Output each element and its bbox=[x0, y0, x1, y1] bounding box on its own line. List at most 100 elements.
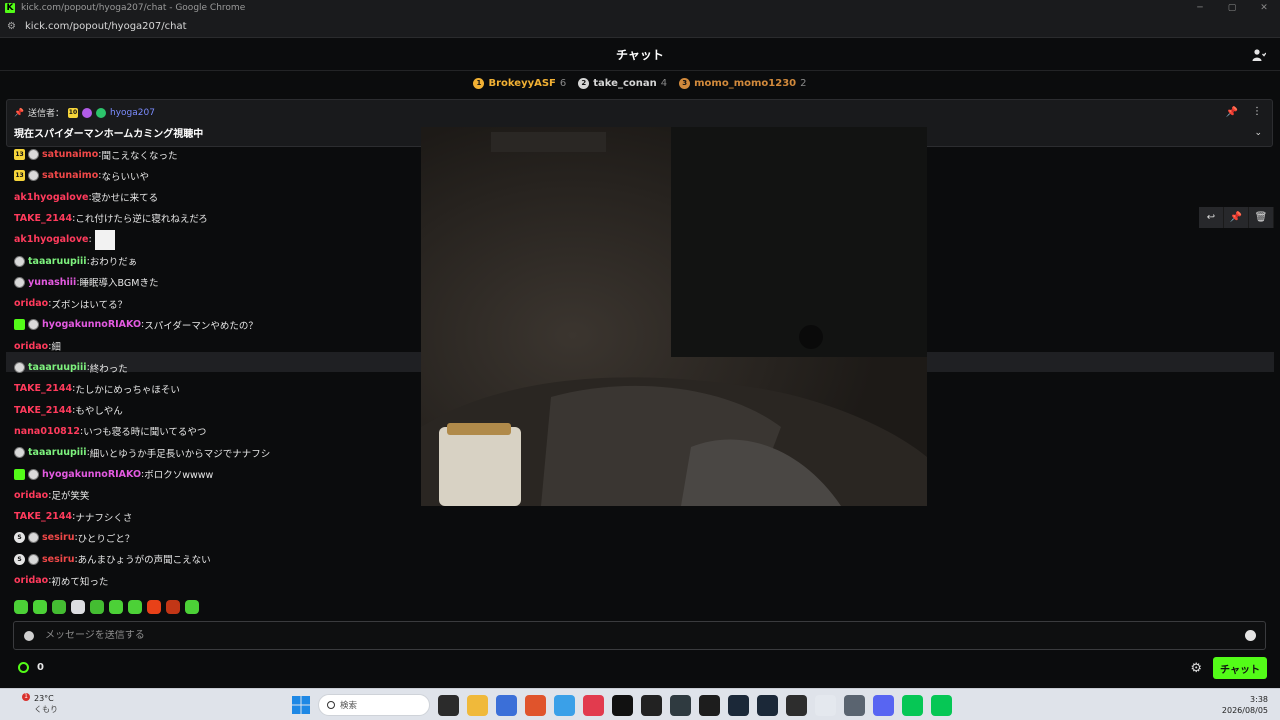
restore-icon[interactable]: ▢ bbox=[1216, 0, 1248, 16]
chat-message[interactable]: taaaruupiii: 終わった bbox=[14, 357, 128, 378]
chat-message[interactable]: TAKE_2144: ナナフシくさ bbox=[14, 506, 132, 527]
message-username[interactable]: hyogakunnoRIAKO bbox=[42, 319, 141, 330]
chat-message[interactable]: hyogakunnoRIAKO: スパイダーマンやめたの？ bbox=[14, 314, 258, 335]
more-options-icon[interactable]: ⋮ bbox=[1252, 106, 1262, 117]
message-username[interactable]: taaaruupiii bbox=[28, 362, 87, 373]
delete-icon[interactable]: 🗑 bbox=[1249, 207, 1274, 228]
chat-message[interactable]: Ssesiru: ひとりごと？ bbox=[14, 527, 134, 548]
emote-icon[interactable] bbox=[185, 600, 199, 614]
chat-message[interactable]: hyogakunnoRIAKO: ボロクソwwww bbox=[14, 464, 213, 485]
emote-icon[interactable] bbox=[52, 600, 66, 614]
chat-message[interactable]: yunashiii: 睡眠導入BGMきた bbox=[14, 272, 158, 293]
message-username[interactable]: taaaruupiii bbox=[28, 256, 87, 267]
taskbar-app-icon[interactable] bbox=[757, 694, 778, 716]
leaderboard-username[interactable]: take_conan bbox=[593, 78, 656, 89]
chat-message[interactable]: TAKE_2144: たしかにめっちゃほそい bbox=[14, 378, 180, 399]
address-bar[interactable]: ⚙ kick.com/popout/hyoga207/chat bbox=[0, 16, 1280, 38]
taskbar-app-icon[interactable] bbox=[931, 694, 952, 716]
send-chat-button[interactable]: チャット bbox=[1213, 657, 1267, 679]
close-icon[interactable]: ✕ bbox=[1248, 0, 1280, 16]
site-info-icon[interactable]: ⚙ bbox=[7, 21, 19, 33]
taskbar-app-icon[interactable] bbox=[641, 694, 662, 716]
channel-points-icon[interactable] bbox=[18, 662, 29, 673]
message-username[interactable]: sesiru bbox=[42, 532, 74, 543]
message-username[interactable]: TAKE_2144 bbox=[14, 405, 72, 416]
chat-message[interactable]: oridao: ズボンはいてる？ bbox=[14, 293, 127, 314]
taskbar-app-icon[interactable] bbox=[554, 694, 575, 716]
chat-message[interactable]: taaaruupiii: 細いとゆうか手足長いからマジでナナフシ bbox=[14, 442, 270, 463]
chat-message[interactable]: oridao: 初めて知った bbox=[14, 570, 108, 591]
emote-icon[interactable] bbox=[90, 600, 104, 614]
message-username[interactable]: TAKE_2144 bbox=[14, 511, 72, 522]
chat-message[interactable]: 13 satunaimo: 聞こえなくなった bbox=[14, 144, 177, 165]
message-username[interactable]: hyogakunnoRIAKO bbox=[42, 469, 141, 480]
pin-message-icon[interactable]: 📌 bbox=[1224, 207, 1249, 228]
emoji-picker-icon[interactable] bbox=[1245, 630, 1256, 641]
taskbar-app-icon[interactable] bbox=[873, 694, 894, 716]
taskbar-app-icon[interactable] bbox=[612, 694, 633, 716]
chat-message-input[interactable] bbox=[45, 630, 1245, 641]
users-icon[interactable] bbox=[1252, 48, 1266, 62]
unpin-icon[interactable]: 📌 bbox=[1226, 107, 1238, 118]
message-username[interactable]: taaaruupiii bbox=[28, 447, 87, 458]
system-clock[interactable]: 3:38 2026/08/05 bbox=[1222, 694, 1268, 716]
gear-icon[interactable]: ⚙ bbox=[1190, 661, 1202, 676]
taskbar-app-icon[interactable] bbox=[496, 694, 517, 716]
message-username[interactable]: satunaimo bbox=[42, 149, 98, 160]
taskbar-search[interactable]: 検索 bbox=[318, 694, 430, 716]
message-username[interactable]: oridao bbox=[14, 341, 48, 352]
emote-icon[interactable] bbox=[147, 600, 161, 614]
taskbar-app-icon[interactable] bbox=[815, 694, 836, 716]
message-username[interactable]: satunaimo bbox=[42, 170, 98, 181]
pinned-username[interactable]: hyoga207 bbox=[110, 108, 155, 118]
taskbar-app-icon[interactable] bbox=[525, 694, 546, 716]
chat-message[interactable]: Ssesiru: あんまひょうがの声聞こえない bbox=[14, 549, 211, 570]
message-username[interactable]: TAKE_2144 bbox=[14, 383, 72, 394]
chat-message[interactable]: nana010812: いつも寝る時に聞いてるやつ bbox=[14, 421, 206, 442]
message-username[interactable]: nana010812 bbox=[14, 426, 80, 437]
emote-icon[interactable] bbox=[128, 600, 142, 614]
taskbar-app-icon[interactable] bbox=[728, 694, 749, 716]
leaderboard-username[interactable]: momo_momo1230 bbox=[694, 78, 796, 89]
minimize-icon[interactable]: ─ bbox=[1184, 0, 1216, 16]
url-text[interactable]: kick.com/popout/hyoga207/chat bbox=[25, 21, 187, 32]
chat-message[interactable]: TAKE_2144: もやしやん bbox=[14, 400, 123, 421]
chat-message[interactable]: ak1hyogalove: 寝かせに来てる bbox=[14, 187, 158, 208]
emote-icon[interactable] bbox=[14, 600, 28, 614]
taskbar-app-icon[interactable] bbox=[467, 694, 488, 716]
emote-icon[interactable] bbox=[109, 600, 123, 614]
message-username[interactable]: ak1hyogalove bbox=[14, 234, 88, 245]
emote-icon[interactable] bbox=[71, 600, 85, 614]
reply-icon[interactable]: ↩ bbox=[1199, 207, 1224, 228]
windows-start-icon[interactable] bbox=[292, 696, 310, 714]
chat-input-box[interactable] bbox=[13, 621, 1266, 650]
emote-icon[interactable] bbox=[33, 600, 47, 614]
weather-widget[interactable]: 1 23°C くもり bbox=[12, 693, 58, 715]
taskbar-app-icon[interactable] bbox=[786, 694, 807, 716]
message-username[interactable]: oridao bbox=[14, 298, 48, 309]
message-username[interactable]: ak1hyogalove bbox=[14, 192, 88, 203]
leaderboard-entry[interactable]: 3 momo_momo1230 2 bbox=[679, 77, 807, 89]
chat-message[interactable]: ak1hyogalove: bbox=[14, 229, 115, 250]
chat-message[interactable]: 13 satunaimo: ならいいや bbox=[14, 165, 149, 186]
chevron-down-icon[interactable]: ⌄ bbox=[1254, 128, 1262, 138]
leaderboard-entry[interactable]: 1 BrokeyyASF 6 bbox=[473, 77, 566, 89]
taskbar-app-icon[interactable] bbox=[670, 694, 691, 716]
stream-video-overlay[interactable] bbox=[421, 127, 927, 506]
message-username[interactable]: oridao bbox=[14, 575, 48, 586]
message-username[interactable]: sesiru bbox=[42, 554, 74, 565]
chat-message[interactable]: TAKE_2144: これ付けたら逆に寝れねえだろ bbox=[14, 208, 208, 229]
message-username[interactable]: oridao bbox=[14, 490, 48, 501]
taskbar-app-icon[interactable] bbox=[844, 694, 865, 716]
chat-message[interactable]: oridao: 足が笑笑 bbox=[14, 485, 89, 506]
taskbar-app-icon[interactable] bbox=[583, 694, 604, 716]
message-username[interactable]: TAKE_2144 bbox=[14, 213, 72, 224]
taskbar-app-icon[interactable] bbox=[699, 694, 720, 716]
chat-message[interactable]: oridao: 細 bbox=[14, 336, 61, 357]
message-username[interactable]: yunashiii bbox=[28, 277, 76, 288]
leaderboard-entry[interactable]: 2 take_conan 4 bbox=[578, 77, 667, 89]
taskbar-app-icon[interactable] bbox=[438, 694, 459, 716]
leaderboard-username[interactable]: BrokeyyASF bbox=[488, 78, 555, 89]
chat-message[interactable]: taaaruupiii: おわりだぁ bbox=[14, 251, 137, 272]
emote-icon[interactable] bbox=[166, 600, 180, 614]
